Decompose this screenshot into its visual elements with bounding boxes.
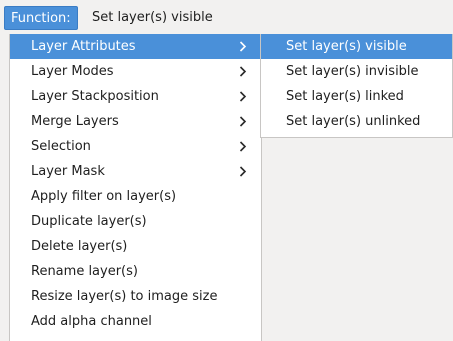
submenu-item-set-visible[interactable]: Set layer(s) visible: [261, 34, 452, 59]
menu-item-layer-modes[interactable]: Layer Modes: [10, 59, 261, 84]
submenu-item-label: Set layer(s) linked: [286, 89, 404, 104]
menu-item-layer-stackposition[interactable]: Layer Stackposition: [10, 84, 261, 109]
chevron-right-icon: [239, 159, 249, 184]
menu-item-selection[interactable]: Selection: [10, 134, 261, 159]
chevron-right-icon: [239, 59, 249, 84]
menu-item-label: Resize layer(s) to image size: [31, 289, 218, 304]
menu-item-label: Merge Layers: [31, 114, 119, 129]
menu-item-delete-layers[interactable]: Delete layer(s): [10, 234, 261, 259]
menu-item-layer-mask[interactable]: Layer Mask: [10, 159, 261, 184]
menu-item-label: Layer Mask: [31, 164, 105, 179]
submenu-item-label: Set layer(s) visible: [286, 39, 407, 54]
chevron-right-icon: [239, 34, 249, 59]
menu-item-resize-layers[interactable]: Resize layer(s) to image size: [10, 284, 261, 309]
menu-item-label: Layer Modes: [31, 64, 114, 79]
menu-item-label: Add alpha channel: [31, 314, 152, 329]
function-bar: Function: Set layer(s) visible: [0, 0, 453, 31]
chevron-right-icon: [239, 109, 249, 134]
submenu-item-set-unlinked[interactable]: Set layer(s) unlinked: [261, 109, 452, 134]
menu-item-label: Layer Attributes: [31, 39, 136, 54]
menu-item-merge-layers[interactable]: Merge Layers: [10, 109, 261, 134]
menu-item-apply-filter[interactable]: Apply filter on layer(s): [10, 184, 261, 209]
function-button[interactable]: Function:: [4, 6, 78, 30]
menu-item-label: Apply filter on layer(s): [31, 189, 177, 204]
chevron-right-icon: [239, 84, 249, 109]
menu-item-label: Rename layer(s): [31, 264, 138, 279]
layer-function-menu: Layer Attributes Layer Modes Layer Stack…: [9, 34, 262, 341]
function-value: Set layer(s) visible: [92, 10, 213, 25]
chevron-right-icon: [239, 134, 249, 159]
menu-item-layer-attributes[interactable]: Layer Attributes: [10, 34, 261, 59]
menu-item-duplicate-layers[interactable]: Duplicate layer(s): [10, 209, 261, 234]
layer-attributes-submenu: Set layer(s) visible Set layer(s) invisi…: [260, 34, 453, 138]
menu-item-add-alpha-channel[interactable]: Add alpha channel: [10, 309, 261, 334]
submenu-item-label: Set layer(s) unlinked: [286, 114, 421, 129]
menu-item-label: Selection: [31, 139, 91, 154]
menu-item-label: Layer Stackposition: [31, 89, 159, 104]
submenu-item-set-linked[interactable]: Set layer(s) linked: [261, 84, 452, 109]
submenu-item-label: Set layer(s) invisible: [286, 64, 419, 79]
submenu-item-set-invisible[interactable]: Set layer(s) invisible: [261, 59, 452, 84]
menu-item-label: Duplicate layer(s): [31, 214, 147, 229]
menu-item-rename-layers[interactable]: Rename layer(s): [10, 259, 261, 284]
menu-item-label: Delete layer(s): [31, 239, 128, 254]
